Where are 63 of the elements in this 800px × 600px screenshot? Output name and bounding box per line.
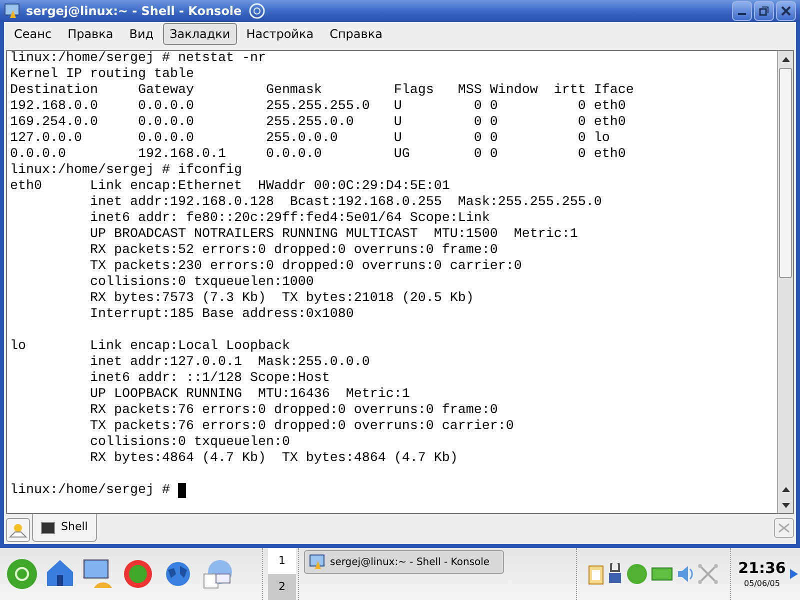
terminal-line: inet addr:192.168.0.128 Bcast:192.168.0.255 Mask:255.255.255.0 (88, 195, 602, 211)
close-session-icon (777, 522, 791, 534)
clipboard-icon[interactable] (588, 563, 604, 585)
terminal-line: linux:/home/sergej # netstat -nr (10, 51, 266, 67)
up-arrow-icon (782, 486, 790, 492)
new-session-button[interactable] (6, 518, 30, 542)
terminal-line: 192.168.0.0 0.0.0.0 255.255.255.0 U 0 0 0 eth0 (10, 99, 626, 115)
up-arrow-icon (782, 56, 790, 62)
konsole-icon (309, 554, 325, 570)
expand-arrow-icon[interactable] (790, 569, 798, 579)
terminal-line: inet6 addr: fe80::20c:29ff:fed4:5e01/64 Scope:Link (88, 211, 490, 227)
clock-date: 05/06/05 (744, 578, 780, 590)
terminal-line: RX packets:76 errors:0 dropped:0 overruns:0 frame:0 (88, 403, 498, 419)
task-button[interactable]: sergej@linux:~ - Shell - Konsole (304, 550, 504, 574)
terminal-line: Kernel IP routing table (10, 67, 194, 83)
desktop-icon[interactable] (82, 558, 114, 590)
session-tab[interactable]: Shell (32, 514, 97, 542)
close-icon (781, 6, 791, 16)
menu-item[interactable]: Вид (122, 23, 161, 45)
terminal-line: 127.0.0.0 0.0.0.0 255.0.0.0 U 0 0 0 lo (10, 131, 610, 147)
down-arrow-icon (782, 502, 790, 508)
terminal-prompt: linux:/home/sergej # (10, 483, 171, 499)
clock[interactable]: 21:36 05/06/05 (736, 548, 788, 600)
terminal-line: UP LOOPBACK RUNNING MTU:16436 Metric:1 (88, 387, 410, 403)
maximize-button[interactable] (754, 1, 774, 21)
desktop-switch[interactable]: 1 (268, 548, 296, 574)
terminal-line: Destination Gateway Genmask Flags MSS Window irtt Iface (10, 83, 634, 99)
menu-item[interactable]: Справка (322, 23, 390, 45)
terminal-line: RX packets:52 errors:0 dropped:0 overruns:0 frame:0 (88, 243, 498, 259)
window-title: sergej@linux:~ - Shell - Konsole (26, 3, 242, 20)
scrollbar[interactable] (777, 51, 793, 513)
desktop-switch[interactable]: 2 (268, 574, 296, 600)
clock-time: 21:36 (738, 558, 786, 578)
terminal-line: UP BROADCAST NOTRAILERS RUNNING MULTICAST MTU:1500 Metric:1 (88, 227, 578, 243)
terminal-line: RX bytes:4864 (4.7 Kb) TX bytes:4864 (4.7 Kb) (88, 451, 458, 467)
terminal-line: collisions:0 txqueuelen:0 (88, 435, 290, 451)
speaker-icon[interactable] (676, 563, 694, 585)
menu-item[interactable]: Настройка (239, 23, 321, 45)
cursor (178, 483, 186, 498)
menu-item[interactable]: Закладки (162, 23, 238, 45)
terminal-line: 0.0.0.0 192.168.0.1 0.0.0.0 UG 0 0 0 eth0 (10, 147, 626, 163)
sun-icon (9, 522, 27, 538)
terminal-icon (41, 522, 55, 534)
menu-icon[interactable] (6, 558, 38, 590)
minimize-button[interactable] (732, 1, 752, 21)
terminal-line: lo Link encap:Local Loopback (10, 339, 290, 355)
terminal-line: eth0 Link encap:Ethernet HWaddr 00:0C:29:D4:5E:01 (10, 179, 450, 195)
terminal[interactable] (6, 50, 794, 514)
lifebuoy-icon[interactable] (122, 558, 154, 590)
terminal-line: RX bytes:7573 (7.3 Kb) TX bytes:21018 (20.5 Kb) (88, 291, 474, 307)
terminal-line: inet6 addr: ::1/128 Scope:Host (88, 371, 330, 387)
terminal-line: linux:/home/sergej # ifconfig (10, 163, 242, 179)
terminal-line: TX packets:230 errors:0 dropped:0 overruns:0 carrier:0 (88, 259, 522, 275)
konsole-icon (4, 3, 20, 19)
terminal-line: TX packets:76 errors:0 dropped:0 overruns:0 carrier:0 (88, 419, 514, 435)
terminal-line: Interrupt:185 Base address:0x1080 (88, 307, 354, 323)
terminal-line: collisions:0 txqueuelen:1000 (88, 275, 314, 291)
menu-item[interactable]: Сеанс (7, 23, 59, 45)
close-button[interactable] (776, 1, 796, 21)
menu-item[interactable]: Правка (60, 23, 120, 45)
terminal-line: inet addr:127.0.0.1 Mask:255.0.0.0 (88, 355, 370, 371)
terminal-line: 169.254.0.0 0.0.0.0 255.255.0.0 U 0 0 0 eth0 (10, 115, 626, 131)
restore-icon (759, 6, 769, 16)
